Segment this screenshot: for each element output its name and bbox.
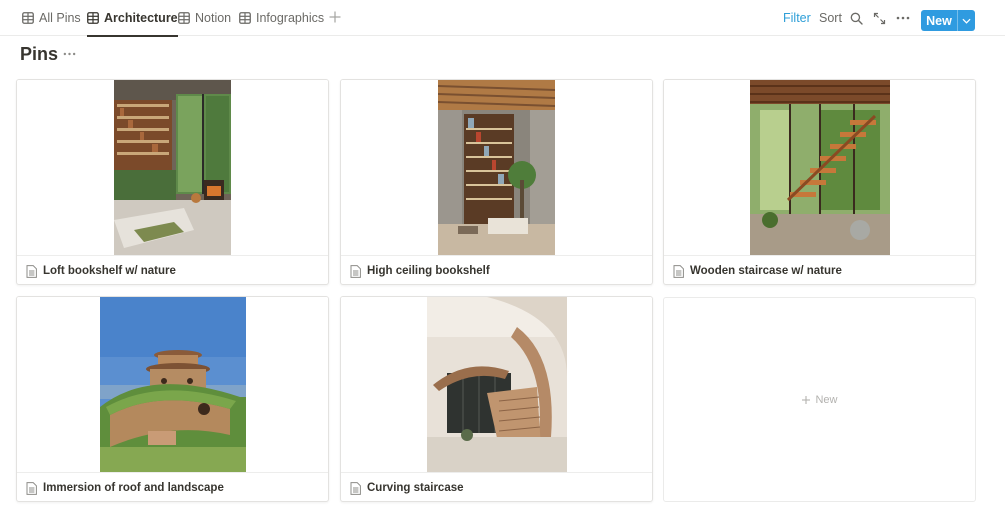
card-cover-image (341, 80, 652, 255)
new-button-group: New (921, 10, 975, 31)
page-icon (673, 264, 684, 278)
card-title: Immersion of roof and landscape (43, 482, 224, 494)
add-view-button[interactable] (328, 10, 342, 24)
card-caption: Loft bookshelf w/ nature (17, 255, 328, 284)
sort-button[interactable]: Sort (819, 0, 842, 36)
card-title: Loft bookshelf w/ nature (43, 265, 176, 277)
gallery-card[interactable]: Wooden staircase w/ nature (663, 79, 976, 285)
roof-landscape-house-photo (99, 297, 246, 472)
card-cover-image (341, 297, 652, 472)
gallery-card[interactable]: High ceiling bookshelf (340, 79, 653, 285)
filter-button[interactable]: Filter (783, 0, 811, 36)
gallery-card[interactable]: Loft bookshelf w/ nature (16, 79, 329, 285)
loft-bookshelf-photo (114, 80, 231, 255)
chevron-down-icon (962, 18, 971, 24)
table-grid-icon (22, 12, 34, 24)
view-tabs-bar: All Pins Architecture Notion Infographic… (0, 0, 1005, 37)
search-button[interactable] (850, 0, 863, 36)
table-grid-icon (87, 12, 99, 24)
expand-arrows-icon (873, 12, 886, 24)
new-dropdown-button[interactable] (958, 10, 975, 31)
page-icon (350, 481, 361, 495)
card-caption: Wooden staircase w/ nature (664, 255, 975, 284)
card-title: High ceiling bookshelf (367, 265, 490, 277)
more-options-button[interactable] (896, 0, 910, 36)
tab-label: All Pins (39, 11, 81, 25)
gallery-card[interactable]: Immersion of roof and landscape (16, 296, 329, 502)
curving-staircase-photo (426, 297, 567, 472)
tab-label: Notion (195, 11, 232, 25)
filter-label: Filter (783, 11, 811, 25)
wooden-staircase-photo (749, 80, 890, 255)
table-grid-icon (239, 12, 251, 24)
card-caption: Curving staircase (341, 472, 652, 501)
table-grid-icon (178, 12, 190, 24)
card-cover-image (17, 80, 328, 255)
tab-all-pins[interactable]: All Pins (22, 0, 81, 36)
tab-label: Architecture (104, 11, 178, 25)
expand-button[interactable] (873, 0, 886, 36)
high-ceiling-bookshelf-photo (438, 80, 555, 255)
card-title: Wooden staircase w/ nature (690, 265, 842, 277)
page-icon (26, 481, 37, 495)
page-icon (350, 264, 361, 278)
page-title-more-button[interactable] (61, 47, 77, 61)
card-cover-image (664, 80, 975, 255)
search-icon (850, 12, 863, 25)
tab-notion[interactable]: Notion (178, 0, 231, 36)
plus-icon (329, 11, 341, 23)
more-horizontal-icon (63, 52, 75, 56)
card-caption: High ceiling bookshelf (341, 255, 652, 284)
new-card-label: New (815, 393, 838, 406)
plus-icon (802, 395, 811, 404)
sort-label: Sort (819, 11, 842, 25)
tab-architecture[interactable]: Architecture (87, 0, 178, 37)
card-caption: Immersion of roof and landscape (17, 472, 328, 501)
gallery-card[interactable]: Curving staircase (340, 296, 653, 502)
tab-label: Infographics (256, 11, 325, 25)
new-button[interactable]: New (921, 14, 957, 28)
page-title: Pins (20, 44, 59, 64)
more-horizontal-icon (896, 16, 910, 20)
card-cover-image (17, 297, 328, 472)
tab-infographics[interactable]: Infographics (239, 0, 324, 36)
page-icon (26, 264, 37, 278)
card-title: Curving staircase (367, 482, 464, 494)
new-card-button[interactable]: New (663, 297, 976, 502)
